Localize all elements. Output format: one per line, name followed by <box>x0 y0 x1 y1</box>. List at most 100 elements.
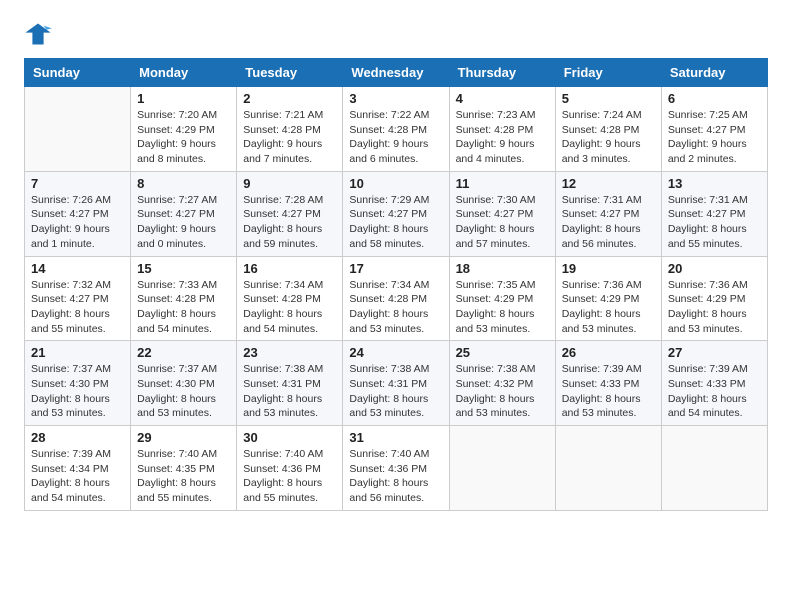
weekday-header: Friday <box>555 59 661 87</box>
day-number: 27 <box>668 345 761 360</box>
calendar-cell: 14Sunrise: 7:32 AM Sunset: 4:27 PM Dayli… <box>25 256 131 341</box>
day-detail: Sunrise: 7:36 AM Sunset: 4:29 PM Dayligh… <box>562 278 655 337</box>
calendar-cell: 5Sunrise: 7:24 AM Sunset: 4:28 PM Daylig… <box>555 87 661 172</box>
calendar-cell: 18 Sunrise: 7:35 AM Sunset: 4:29 PM Dayli… <box>449 256 555 341</box>
day-detail: Sunrise: 7:40 AM Sunset: 4:35 PM Dayligh… <box>137 447 230 506</box>
calendar-cell: 23 Sunrise: 7:38 AM Sunset: 4:31 PM Dayli… <box>237 341 343 426</box>
calendar-cell: 12 Sunrise: 7:31 AM Sunset: 4:27 PM Dayli… <box>555 171 661 256</box>
day-detail: Sunrise: 7:30 AM Sunset: 4:27 PM Dayligh… <box>456 193 549 252</box>
day-detail: Sunrise: 7:33 AM Sunset: 4:28 PM Dayligh… <box>137 278 230 337</box>
day-detail: Sunrise: 7:40 AM Sunset: 4:36 PM Dayligh… <box>243 447 336 506</box>
day-number: 9 <box>243 176 336 191</box>
day-detail: Sunrise: 7:26 AM Sunset: 4:27 PM Dayligh… <box>31 193 124 252</box>
day-number: 28 <box>31 430 124 445</box>
day-detail: Sunrise: 7:31 AM Sunset: 4:27 PM Dayligh… <box>562 193 655 252</box>
calendar-cell: 13 Sunrise: 7:31 AM Sunset: 4:27 PM Dayli… <box>661 171 767 256</box>
calendar-cell: 17 Sunrise: 7:34 AM Sunset: 4:28 PM Dayli… <box>343 256 449 341</box>
weekday-header: Thursday <box>449 59 555 87</box>
calendar-cell: 1Sunrise: 7:20 AM Sunset: 4:29 PM Daylig… <box>131 87 237 172</box>
calendar-cell: 10 Sunrise: 7:29 AM Sunset: 4:27 PM Dayli… <box>343 171 449 256</box>
weekday-header: Wednesday <box>343 59 449 87</box>
day-number: 20 <box>668 261 761 276</box>
day-detail: Sunrise: 7:39 AM Sunset: 4:34 PM Dayligh… <box>31 447 124 506</box>
calendar-cell: 6 Sunrise: 7:25 AM Sunset: 4:27 PM Daylig… <box>661 87 767 172</box>
calendar-cell: 19 Sunrise: 7:36 AM Sunset: 4:29 PM Dayli… <box>555 256 661 341</box>
calendar-cell: 25 Sunrise: 7:38 AM Sunset: 4:32 PM Dayli… <box>449 341 555 426</box>
day-number: 18 <box>456 261 549 276</box>
calendar-cell: 24 Sunrise: 7:38 AM Sunset: 4:31 PM Dayli… <box>343 341 449 426</box>
day-detail: Sunrise: 7:39 AM Sunset: 4:33 PM Dayligh… <box>668 362 761 421</box>
calendar-cell <box>25 87 131 172</box>
day-detail: Sunrise: 7:28 AM Sunset: 4:27 PM Dayligh… <box>243 193 336 252</box>
day-detail: Sunrise: 7:36 AM Sunset: 4:29 PM Dayligh… <box>668 278 761 337</box>
day-number: 16 <box>243 261 336 276</box>
day-number: 26 <box>562 345 655 360</box>
weekday-header: Monday <box>131 59 237 87</box>
day-detail: Sunrise: 7:29 AM Sunset: 4:27 PM Dayligh… <box>349 193 442 252</box>
day-number: 14 <box>31 261 124 276</box>
day-number: 4 <box>456 91 549 106</box>
day-detail: Sunrise: 7:37 AM Sunset: 4:30 PM Dayligh… <box>31 362 124 421</box>
day-number: 17 <box>349 261 442 276</box>
weekday-header: Saturday <box>661 59 767 87</box>
day-number: 13 <box>668 176 761 191</box>
day-detail: Sunrise: 7:24 AM Sunset: 4:28 PM Dayligh… <box>562 108 655 167</box>
weekday-header: Sunday <box>25 59 131 87</box>
day-number: 25 <box>456 345 549 360</box>
day-detail: Sunrise: 7:27 AM Sunset: 4:27 PM Dayligh… <box>137 193 230 252</box>
calendar-cell: 2 Sunrise: 7:21 AM Sunset: 4:28 PM Daylig… <box>237 87 343 172</box>
calendar-cell: 27 Sunrise: 7:39 AM Sunset: 4:33 PM Dayli… <box>661 341 767 426</box>
logo-icon <box>24 20 52 48</box>
calendar-cell: 28 Sunrise: 7:39 AM Sunset: 4:34 PM Dayli… <box>25 426 131 511</box>
day-number: 7 <box>31 176 124 191</box>
day-number: 24 <box>349 345 442 360</box>
day-detail: Sunrise: 7:35 AM Sunset: 4:29 PM Dayligh… <box>456 278 549 337</box>
calendar-cell: 8 Sunrise: 7:27 AM Sunset: 4:27 PM Daylig… <box>131 171 237 256</box>
day-detail: Sunrise: 7:38 AM Sunset: 4:31 PM Dayligh… <box>243 362 336 421</box>
day-detail: Sunrise: 7:38 AM Sunset: 4:31 PM Dayligh… <box>349 362 442 421</box>
day-detail: Sunrise: 7:34 AM Sunset: 4:28 PM Dayligh… <box>349 278 442 337</box>
day-number: 30 <box>243 430 336 445</box>
day-detail: Sunrise: 7:31 AM Sunset: 4:27 PM Dayligh… <box>668 193 761 252</box>
day-number: 6 <box>668 91 761 106</box>
day-number: 2 <box>243 91 336 106</box>
calendar-cell: 4 Sunrise: 7:23 AM Sunset: 4:28 PM Daylig… <box>449 87 555 172</box>
day-number: 31 <box>349 430 442 445</box>
calendar-cell: 16 Sunrise: 7:34 AM Sunset: 4:28 PM Dayli… <box>237 256 343 341</box>
day-detail: Sunrise: 7:21 AM Sunset: 4:28 PM Dayligh… <box>243 108 336 167</box>
day-detail: Sunrise: 7:20 AM Sunset: 4:29 PM Dayligh… <box>137 108 230 167</box>
day-detail: Sunrise: 7:39 AM Sunset: 4:33 PM Dayligh… <box>562 362 655 421</box>
calendar-cell <box>555 426 661 511</box>
day-number: 23 <box>243 345 336 360</box>
day-detail: Sunrise: 7:38 AM Sunset: 4:32 PM Dayligh… <box>456 362 549 421</box>
calendar-cell: 20 Sunrise: 7:36 AM Sunset: 4:29 PM Dayli… <box>661 256 767 341</box>
day-detail: Sunrise: 7:34 AM Sunset: 4:28 PM Dayligh… <box>243 278 336 337</box>
day-number: 29 <box>137 430 230 445</box>
logo <box>24 20 56 48</box>
day-detail: Sunrise: 7:23 AM Sunset: 4:28 PM Dayligh… <box>456 108 549 167</box>
day-number: 10 <box>349 176 442 191</box>
day-number: 8 <box>137 176 230 191</box>
calendar-cell: 30 Sunrise: 7:40 AM Sunset: 4:36 PM Dayli… <box>237 426 343 511</box>
day-number: 3 <box>349 91 442 106</box>
day-detail: Sunrise: 7:25 AM Sunset: 4:27 PM Dayligh… <box>668 108 761 167</box>
day-detail: Sunrise: 7:40 AM Sunset: 4:36 PM Dayligh… <box>349 447 442 506</box>
calendar-cell: 7 Sunrise: 7:26 AM Sunset: 4:27 PM Daylig… <box>25 171 131 256</box>
day-detail: Sunrise: 7:22 AM Sunset: 4:28 PM Dayligh… <box>349 108 442 167</box>
calendar-cell: 21Sunrise: 7:37 AM Sunset: 4:30 PM Dayli… <box>25 341 131 426</box>
header <box>24 20 768 48</box>
day-detail: Sunrise: 7:37 AM Sunset: 4:30 PM Dayligh… <box>137 362 230 421</box>
day-number: 19 <box>562 261 655 276</box>
calendar-cell: 26 Sunrise: 7:39 AM Sunset: 4:33 PM Dayli… <box>555 341 661 426</box>
day-number: 12 <box>562 176 655 191</box>
day-number: 11 <box>456 176 549 191</box>
calendar-cell: 15Sunrise: 7:33 AM Sunset: 4:28 PM Dayli… <box>131 256 237 341</box>
calendar-cell <box>449 426 555 511</box>
calendar-cell: 31 Sunrise: 7:40 AM Sunset: 4:36 PM Dayli… <box>343 426 449 511</box>
calendar-cell: 29 Sunrise: 7:40 AM Sunset: 4:35 PM Dayli… <box>131 426 237 511</box>
calendar-cell <box>661 426 767 511</box>
calendar-cell: 22 Sunrise: 7:37 AM Sunset: 4:30 PM Dayli… <box>131 341 237 426</box>
weekday-header: Tuesday <box>237 59 343 87</box>
day-number: 22 <box>137 345 230 360</box>
calendar-cell: 3 Sunrise: 7:22 AM Sunset: 4:28 PM Daylig… <box>343 87 449 172</box>
